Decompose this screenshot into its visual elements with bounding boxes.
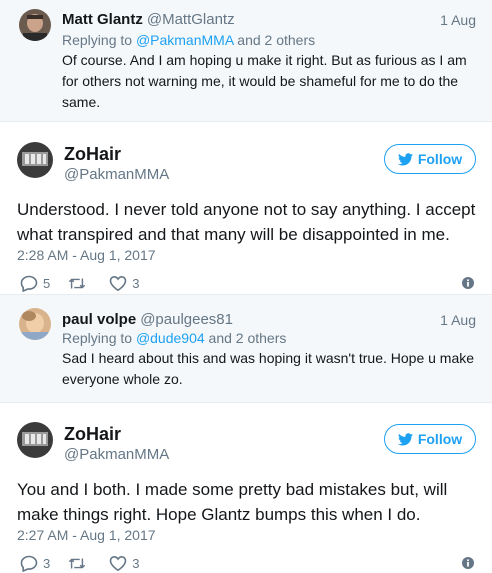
tweet-date[interactable]: 1 Aug bbox=[440, 312, 476, 328]
display-name[interactable]: Matt Glantz bbox=[62, 11, 143, 28]
reply-action[interactable]: 5 bbox=[20, 275, 50, 292]
retweet-action[interactable] bbox=[68, 275, 91, 292]
info-icon[interactable] bbox=[462, 557, 474, 569]
retweet-icon bbox=[69, 278, 86, 288]
user-handle[interactable]: @PakmanMMA bbox=[64, 446, 169, 463]
twitter-bird-icon bbox=[397, 432, 413, 445]
like-count: 3 bbox=[132, 555, 140, 571]
tweet-actions: 5 3 bbox=[20, 274, 157, 292]
reply-count: 3 bbox=[43, 555, 51, 571]
display-name[interactable]: paul volpe bbox=[62, 311, 136, 328]
reply-card-matt-glantz[interactable]: Matt Glantz @MattGlantz 1 Aug Replying to… bbox=[0, 0, 492, 122]
user-handle[interactable]: @MattGlantz bbox=[147, 11, 235, 28]
twitter-bird-icon bbox=[397, 152, 413, 165]
reply-card-paul-volpe[interactable]: paul volpe @paulgees81 1 Aug Replying to … bbox=[0, 295, 492, 403]
reply-text: Of course. And I am hoping u make it rig… bbox=[62, 52, 467, 110]
mention-link[interactable]: @dude904 bbox=[136, 330, 205, 346]
avatar[interactable] bbox=[17, 142, 53, 178]
display-name[interactable]: ZoHair bbox=[64, 424, 121, 445]
reply-icon bbox=[20, 555, 38, 572]
tweet-card-zohair-1: ZoHair @PakmanMMA Follow Understood. I n… bbox=[0, 122, 492, 295]
author-name[interactable]: Matt Glantz @MattGlantz bbox=[62, 11, 235, 28]
tweet-timestamp[interactable]: 2:27 AM - Aug 1, 2017 bbox=[17, 527, 156, 543]
avatar[interactable] bbox=[17, 422, 53, 458]
display-name[interactable]: ZoHair bbox=[64, 144, 121, 165]
retweet-action[interactable] bbox=[68, 555, 91, 572]
follow-label[interactable]: Follow bbox=[418, 431, 462, 447]
tweet-actions: 3 3 bbox=[20, 554, 157, 572]
tweet-text: Understood. I never told anyone not to s… bbox=[17, 200, 476, 244]
follow-button[interactable]: Follow bbox=[384, 144, 476, 174]
avatar[interactable] bbox=[19, 308, 51, 340]
reply-count: 5 bbox=[43, 275, 51, 291]
replying-prefix: Replying to bbox=[62, 32, 136, 48]
tweet-date[interactable]: 1 Aug bbox=[440, 12, 476, 28]
user-handle[interactable]: @PakmanMMA bbox=[64, 166, 169, 183]
author-name[interactable]: paul volpe @paulgees81 bbox=[62, 311, 233, 328]
replying-suffix[interactable]: and 2 others bbox=[205, 330, 287, 346]
user-handle[interactable]: @paulgees81 bbox=[140, 311, 233, 328]
replying-suffix[interactable]: and 2 others bbox=[233, 32, 315, 48]
like-count: 3 bbox=[132, 275, 140, 291]
replying-prefix: Replying to bbox=[62, 330, 136, 346]
like-action[interactable]: 3 bbox=[109, 275, 139, 292]
info-icon[interactable] bbox=[462, 277, 474, 289]
reply-action[interactable]: 3 bbox=[20, 555, 50, 572]
like-action[interactable]: 3 bbox=[109, 555, 139, 572]
heart-icon bbox=[109, 275, 127, 291]
tweet-card-zohair-2: ZoHair @PakmanMMA Follow You and I both.… bbox=[0, 403, 492, 573]
tweet-timestamp[interactable]: 2:28 AM - Aug 1, 2017 bbox=[17, 247, 156, 263]
avatar[interactable] bbox=[19, 9, 51, 41]
follow-label[interactable]: Follow bbox=[418, 151, 462, 167]
mention-link[interactable]: @PakmanMMA bbox=[136, 32, 233, 48]
tweet-text: You and I both. I made some pretty bad m… bbox=[17, 480, 448, 524]
heart-icon bbox=[109, 555, 127, 571]
follow-button[interactable]: Follow bbox=[384, 424, 476, 454]
replying-to: Replying to @dude904 and 2 others bbox=[62, 330, 286, 346]
replying-to: Replying to @PakmanMMA and 2 others bbox=[62, 32, 315, 48]
reply-text: Sad I heard about this and was hoping it… bbox=[62, 350, 475, 387]
reply-icon bbox=[20, 275, 38, 292]
retweet-icon bbox=[69, 558, 86, 568]
